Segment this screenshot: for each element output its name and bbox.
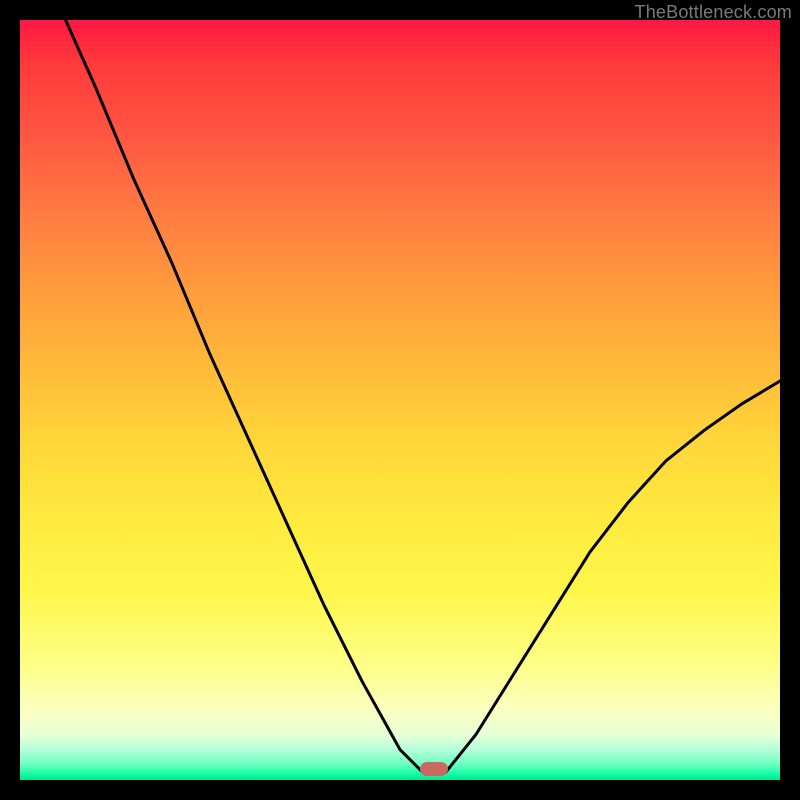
plot-area (20, 20, 780, 780)
optimal-point-marker (420, 762, 448, 776)
curve-path (66, 20, 780, 772)
watermark-text: TheBottleneck.com (635, 2, 792, 23)
bottleneck-curve (20, 20, 780, 780)
chart-frame: TheBottleneck.com (0, 0, 800, 800)
